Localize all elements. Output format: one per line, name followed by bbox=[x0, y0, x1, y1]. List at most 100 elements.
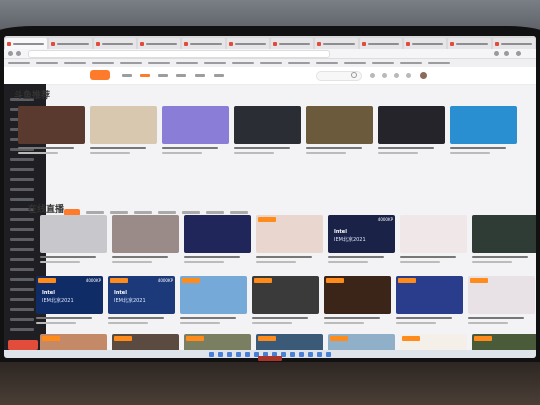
bookmark-item[interactable] bbox=[36, 62, 58, 64]
sidebar-item[interactable] bbox=[10, 298, 34, 301]
sidebar-item[interactable] bbox=[10, 278, 34, 281]
sidebar-item[interactable] bbox=[10, 308, 34, 311]
stream-card[interactable] bbox=[400, 215, 467, 263]
back-icon[interactable] bbox=[8, 51, 13, 56]
stream-card[interactable] bbox=[40, 215, 107, 263]
bookmark-item[interactable] bbox=[8, 62, 30, 64]
sidebar-item[interactable] bbox=[10, 228, 34, 231]
message-icon[interactable] bbox=[406, 73, 411, 78]
stream-card[interactable] bbox=[184, 215, 251, 263]
filter-chip[interactable] bbox=[86, 211, 104, 214]
nav-item[interactable] bbox=[214, 74, 224, 77]
browser-tab[interactable] bbox=[137, 38, 181, 49]
browser-tab[interactable] bbox=[448, 38, 491, 49]
sidebar-item[interactable] bbox=[10, 258, 34, 261]
browser-tab[interactable] bbox=[403, 38, 447, 49]
sidebar-item[interactable] bbox=[10, 178, 34, 181]
filter-chip[interactable] bbox=[110, 211, 128, 214]
filter-chip[interactable] bbox=[230, 211, 248, 214]
bookmark-item[interactable] bbox=[176, 62, 198, 64]
bookmark-item[interactable] bbox=[92, 62, 114, 64]
stream-card[interactable] bbox=[472, 215, 536, 263]
stream-thumbnail[interactable] bbox=[184, 215, 251, 253]
sidebar-item[interactable] bbox=[10, 248, 34, 251]
stream-card[interactable] bbox=[450, 106, 517, 154]
stream-thumbnail[interactable]: Intel IEM北京2021 4000KP bbox=[328, 215, 395, 253]
sidebar-item[interactable] bbox=[10, 238, 34, 241]
stream-card[interactable]: Intel IEM北京2021 4000KP bbox=[36, 276, 103, 324]
bookmark-item[interactable] bbox=[232, 62, 254, 64]
sidebar-item[interactable] bbox=[10, 318, 34, 321]
taskbar-app-icon[interactable] bbox=[227, 351, 232, 357]
bookmark-item[interactable] bbox=[400, 62, 422, 64]
stream-card[interactable] bbox=[396, 276, 463, 324]
stream-thumbnail[interactable] bbox=[252, 276, 319, 314]
stream-card[interactable] bbox=[162, 106, 229, 154]
stream-card[interactable] bbox=[324, 276, 391, 324]
stream-card[interactable] bbox=[112, 215, 179, 263]
sidebar-item[interactable] bbox=[10, 328, 34, 331]
stream-card[interactable] bbox=[180, 276, 247, 324]
stream-thumbnail[interactable]: Intel IEM北京2021 4000KP bbox=[36, 276, 103, 314]
browser-tab[interactable] bbox=[49, 38, 92, 49]
taskbar-app-icon[interactable] bbox=[236, 351, 241, 357]
sidebar-item[interactable] bbox=[10, 288, 34, 291]
stream-thumbnail[interactable] bbox=[90, 106, 157, 144]
browser-tab[interactable] bbox=[93, 38, 136, 49]
browser-tab[interactable] bbox=[182, 38, 225, 49]
search-icon[interactable] bbox=[351, 72, 357, 78]
stream-thumbnail[interactable] bbox=[450, 106, 517, 144]
stream-card[interactable]: Intel IEM北京2021 4000KP bbox=[328, 215, 395, 263]
stream-thumbnail[interactable] bbox=[180, 276, 247, 314]
stream-card[interactable] bbox=[378, 106, 445, 154]
refresh-icon[interactable] bbox=[16, 51, 21, 56]
stream-thumbnail[interactable] bbox=[112, 215, 179, 253]
stream-card[interactable] bbox=[18, 106, 85, 154]
follow-icon[interactable] bbox=[382, 73, 387, 78]
stream-card[interactable] bbox=[234, 106, 301, 154]
history-icon[interactable] bbox=[370, 73, 375, 78]
stream-thumbnail[interactable] bbox=[472, 215, 536, 253]
bookmark-item[interactable] bbox=[148, 62, 170, 64]
sidebar-item[interactable] bbox=[10, 188, 34, 191]
sidebar-item[interactable] bbox=[10, 168, 34, 171]
nav-item[interactable] bbox=[195, 74, 205, 77]
bookmark-item[interactable] bbox=[428, 62, 450, 64]
stream-thumbnail[interactable] bbox=[234, 106, 301, 144]
browser-tab[interactable] bbox=[492, 38, 535, 49]
nav-item[interactable] bbox=[158, 74, 168, 77]
taskbar-app-icon[interactable] bbox=[245, 351, 250, 357]
download-icon[interactable] bbox=[394, 73, 399, 78]
bookmark-item[interactable] bbox=[316, 62, 338, 64]
browser-tab[interactable] bbox=[359, 38, 402, 49]
bookmark-item[interactable] bbox=[64, 62, 86, 64]
filter-chip[interactable] bbox=[158, 211, 176, 214]
stream-thumbnail[interactable] bbox=[162, 106, 229, 144]
nav-item-active[interactable] bbox=[140, 74, 150, 77]
site-logo[interactable] bbox=[90, 70, 110, 80]
url-field[interactable] bbox=[28, 50, 330, 58]
nav-item[interactable] bbox=[176, 74, 186, 77]
stream-card[interactable] bbox=[468, 276, 535, 324]
taskbar-app-icon[interactable] bbox=[308, 351, 313, 357]
bookmark-item[interactable] bbox=[288, 62, 310, 64]
taskbar-app-icon[interactable] bbox=[326, 351, 331, 357]
stream-thumbnail[interactable] bbox=[18, 106, 85, 144]
taskbar-app-icon[interactable] bbox=[317, 351, 322, 357]
taskbar-app-icon[interactable] bbox=[218, 351, 223, 357]
stream-card[interactable] bbox=[90, 106, 157, 154]
sidebar-item[interactable] bbox=[10, 198, 34, 201]
sidebar-item[interactable] bbox=[10, 268, 34, 271]
sidebar-item[interactable] bbox=[10, 158, 34, 161]
taskbar-app-icon[interactable] bbox=[299, 351, 304, 357]
stream-card[interactable]: Intel IEM北京2021 4000KP bbox=[108, 276, 175, 324]
browser-tab[interactable] bbox=[226, 38, 269, 49]
filter-chip[interactable] bbox=[182, 211, 200, 214]
bookmark-item[interactable] bbox=[204, 62, 226, 64]
stream-thumbnail[interactable] bbox=[306, 106, 373, 144]
browser-tab[interactable] bbox=[315, 38, 358, 49]
menu-icon[interactable] bbox=[516, 51, 521, 56]
stream-thumbnail[interactable] bbox=[256, 215, 323, 253]
nav-item[interactable] bbox=[122, 74, 132, 77]
taskbar-app-icon[interactable] bbox=[209, 351, 214, 357]
